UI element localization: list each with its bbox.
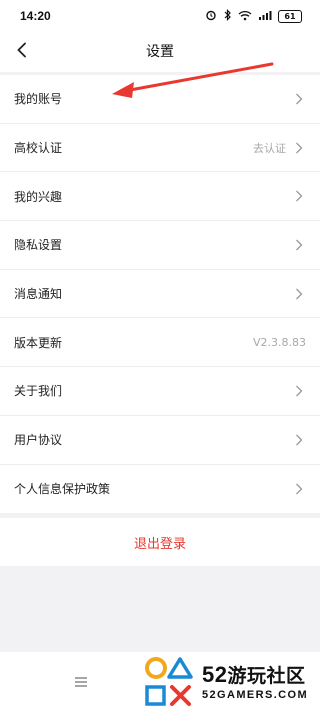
watermark-domain: 52GAMERS.COM [202,688,309,701]
watermark-name: 游玩社区 [227,665,306,688]
chevron-right-icon [292,482,306,496]
watermark-number: 52 [202,662,228,688]
alarm-icon [205,9,217,24]
settings-row-privacy-policy[interactable]: 个人信息保护政策 [0,465,320,514]
status-bar: 14:20 61 [0,0,320,34]
settings-row-label: 我的账号 [14,92,63,107]
settings-row-privacy[interactable]: 隐私设置 [0,221,320,270]
settings-row-notifications[interactable]: 消息通知 [0,270,320,319]
bluetooth-icon [223,9,232,24]
settings-row-user-agreement[interactable]: 用户协议 [0,416,320,465]
nav-header: 设置 [0,34,320,72]
settings-row-label: 用户协议 [14,433,63,448]
status-time: 14:20 [20,9,51,23]
settings-row-label: 隐私设置 [14,238,63,253]
settings-row-version-update[interactable]: 版本更新 V2.3.8.83 [0,318,320,368]
settings-row-label: 消息通知 [14,287,63,302]
settings-row-my-account[interactable]: 我的账号 [0,75,320,124]
watermark-title: 52游玩社区 [202,663,308,687]
logout-label: 退出登录 [133,536,186,552]
logout-button[interactable]: 退出登录 [0,518,320,566]
wifi-icon [238,10,252,24]
chevron-right-icon [292,433,306,447]
chevron-right-icon [292,92,306,106]
settings-row-label: 高校认证 [14,141,63,156]
battery-icon: 61 [278,10,302,23]
settings-row-value: 去认证 [253,141,286,155]
settings-row-label: 关于我们 [14,384,63,399]
settings-row-campus-verification[interactable]: 高校认证 去认证 [0,124,320,173]
settings-list: 我的账号 高校认证 去认证 我的兴趣 隐私设置 消息通知 版本更新 V2.3.8… [0,75,320,514]
version-number: V2.3.8.83 [252,335,306,349]
settings-row-label: 个人信息保护政策 [14,482,111,497]
settings-row-label: 我的兴趣 [14,189,63,204]
watermark-logo: 52游玩社区 52GAMERS.COM [140,650,320,714]
signal-icon [258,10,272,24]
chevron-right-icon [292,238,306,252]
chevron-right-icon [292,287,306,301]
settings-row-my-interests[interactable]: 我的兴趣 [0,172,320,222]
chevron-right-icon [292,384,306,398]
settings-row-label: 版本更新 [14,335,63,350]
settings-row-about-us[interactable]: 关于我们 [0,367,320,416]
page-title: 设置 [146,44,174,60]
playstation-symbols-icon [140,654,198,710]
chevron-right-icon [292,141,306,155]
menu-icon[interactable] [74,676,88,688]
status-icons: 61 [205,9,302,24]
chevron-right-icon [292,189,306,203]
